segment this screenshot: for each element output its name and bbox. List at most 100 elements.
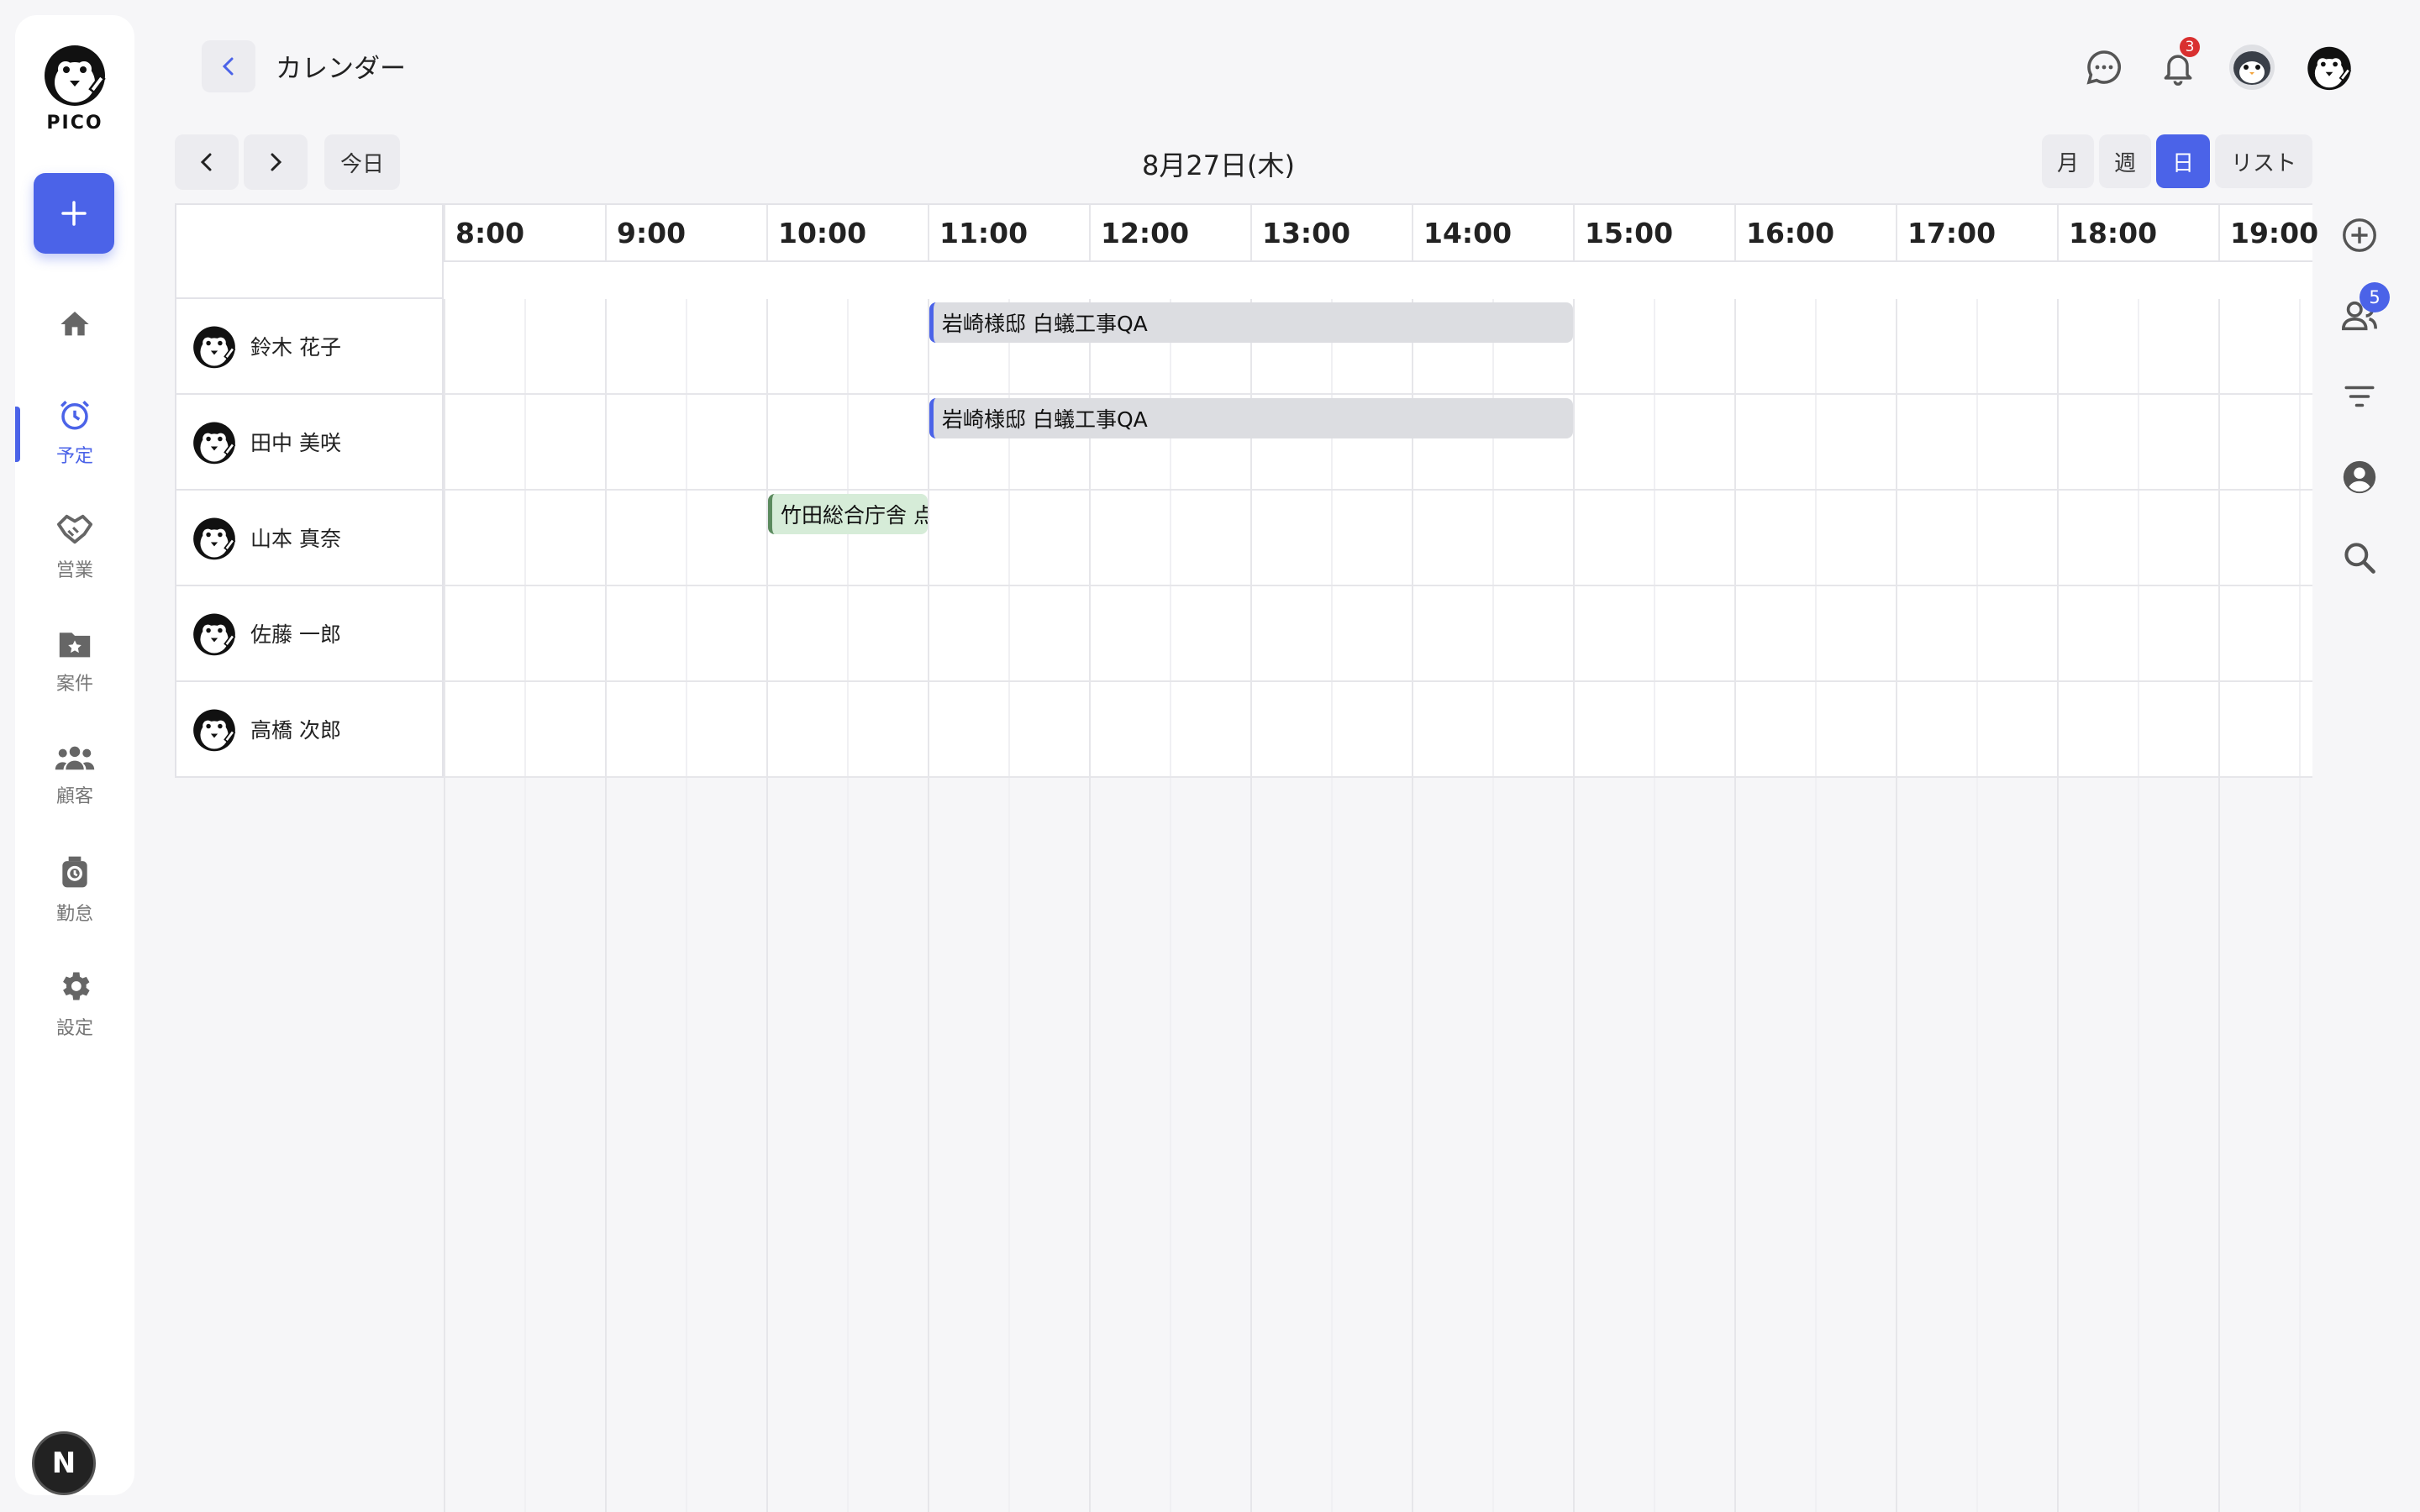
penguin-avatar-icon — [2307, 46, 2352, 91]
resource-name: 田中 美咲 — [250, 431, 341, 455]
hour-gridline — [1896, 299, 1897, 778]
half-hour-gridline — [1008, 299, 1010, 778]
logo-text: PICO — [46, 113, 103, 134]
half-hour-gridline — [2138, 778, 2139, 1512]
hour-gridline — [2057, 299, 2059, 778]
penguin-avatar-icon — [190, 513, 239, 562]
nav-label: 顧客 — [55, 786, 93, 807]
chevron-left-icon — [222, 57, 234, 76]
half-hour-gridline — [847, 778, 849, 1512]
half-hour-gridline — [524, 299, 526, 778]
nav-projects[interactable]: 案件 — [15, 615, 134, 707]
hour-gridline — [1250, 299, 1252, 778]
nav-customers[interactable]: 顧客 — [15, 729, 134, 822]
nav-label: 営業 — [55, 560, 93, 581]
nav-label: 案件 — [55, 674, 93, 695]
resource-row[interactable]: 田中 美咲 — [176, 395, 445, 491]
penguin-avatar-icon — [190, 417, 239, 466]
hour-gridline — [928, 299, 929, 778]
hour-gridline — [605, 299, 607, 778]
resource-row[interactable]: 佐藤 一郎 — [176, 586, 445, 682]
resource-row[interactable]: 鈴木 花子 — [176, 299, 445, 395]
active-indicator — [15, 407, 20, 462]
chevron-right-icon — [271, 153, 282, 171]
nav-attendance[interactable]: 勤怠 — [15, 843, 134, 936]
nav-sales[interactable]: 営業 — [15, 501, 134, 593]
penguin-chick-avatar-icon — [2229, 45, 2275, 90]
calendar-event[interactable]: 竹田総合庁舎 点 — [768, 494, 928, 534]
hour-gridline — [1734, 299, 1736, 778]
view-day-button[interactable]: 日 — [2156, 134, 2210, 188]
timecard-icon — [62, 856, 87, 888]
resource-row[interactable]: 高橋 次郎 — [176, 682, 445, 778]
hour-label: 17:00 — [1907, 217, 1996, 249]
hour-gridline — [1734, 778, 1736, 1512]
logo[interactable]: PICO — [15, 39, 134, 134]
home-icon — [60, 312, 89, 336]
add-event-button[interactable] — [2336, 212, 2383, 259]
search-icon — [2344, 543, 2375, 574]
view-list-button[interactable]: リスト — [2215, 134, 2312, 188]
today-button[interactable]: 今日 — [324, 134, 400, 190]
half-hour-gridline — [1170, 778, 1171, 1512]
account-circle-icon — [2343, 460, 2376, 494]
search-button[interactable] — [2336, 534, 2383, 581]
filter-icon — [2344, 386, 2375, 407]
members-button[interactable]: 5 — [2336, 282, 2390, 339]
penguin-avatar-icon — [190, 705, 239, 753]
penguin-avatar-icon — [190, 322, 239, 370]
view-week-button[interactable]: 週 — [2099, 134, 2151, 188]
prev-day-button[interactable] — [175, 134, 239, 190]
hour-gridline — [1573, 778, 1575, 1512]
view-month-button[interactable]: 月 — [2042, 134, 2094, 188]
hour-gridline — [605, 778, 607, 1512]
half-hour-gridline — [2138, 299, 2139, 778]
half-hour-gridline — [2299, 299, 2301, 778]
chat-bubble-icon — [2086, 50, 2121, 85]
plus-circle-icon — [2343, 218, 2376, 252]
hour-gridline — [2218, 299, 2220, 778]
resource-name: 高橋 次郎 — [250, 718, 341, 743]
half-hour-gridline — [1976, 299, 1978, 778]
plus-icon — [61, 201, 87, 226]
folder-star-icon — [59, 633, 91, 658]
hour-gridline — [444, 778, 445, 1512]
calendar-grid: 8:00 9:00 10:00 11:00 12:00 13:00 14:00 15:00 16… — [175, 203, 2318, 1512]
time-header: 8:00 9:00 10:00 11:00 12:00 13:00 14:00 15:00 16… — [444, 203, 2318, 301]
add-button[interactable] — [34, 173, 114, 254]
resource-header — [175, 203, 444, 299]
half-hour-gridline — [1654, 299, 1655, 778]
nav-settings[interactable]: 設定 — [15, 958, 134, 1050]
nav-schedule[interactable]: 予定 — [15, 386, 134, 479]
half-hour-gridline — [1331, 778, 1333, 1512]
timeline-empty-area — [444, 778, 2312, 1512]
resource-name: 佐藤 一郎 — [250, 622, 341, 647]
user-avatar[interactable] — [2304, 42, 2354, 92]
row-gridline — [444, 585, 2312, 586]
hour-label: 11:00 — [939, 217, 1028, 249]
hour-label: 12:00 — [1101, 217, 1190, 249]
nav-home[interactable] — [15, 282, 134, 375]
secondary-avatar[interactable] — [2227, 42, 2277, 92]
current-date: 8月27日(木) — [1141, 150, 1296, 181]
nav-label: 勤怠 — [55, 904, 93, 925]
chat-button[interactable] — [2079, 42, 2129, 92]
resource-row[interactable]: 山本 真奈 — [176, 491, 445, 586]
half-hour-gridline — [686, 778, 687, 1512]
hour-gridline — [2218, 778, 2220, 1512]
hour-label: 8:00 — [455, 217, 525, 249]
next-day-button[interactable] — [244, 134, 308, 190]
notification-count-badge: 3 — [2178, 35, 2202, 59]
sidebar: PICO 予定 営業 案件 顧客 勤怠 設定 N — [15, 15, 134, 1495]
member-count-badge: 5 — [2360, 282, 2390, 312]
profile-button[interactable] — [2336, 454, 2383, 501]
back-button[interactable] — [202, 40, 255, 92]
calendar-event[interactable]: 岩崎様邸 白蟻工事QA — [929, 398, 1573, 438]
notifications-button[interactable]: 3 — [2153, 35, 2203, 92]
calendar-event[interactable]: 岩崎様邸 白蟻工事QA — [929, 302, 1573, 343]
filter-button[interactable] — [2336, 373, 2383, 420]
n-badge[interactable]: N — [32, 1431, 96, 1495]
penguin-avatar-icon — [190, 609, 239, 658]
hour-gridline — [1250, 778, 1252, 1512]
hour-gridline — [1089, 299, 1091, 778]
